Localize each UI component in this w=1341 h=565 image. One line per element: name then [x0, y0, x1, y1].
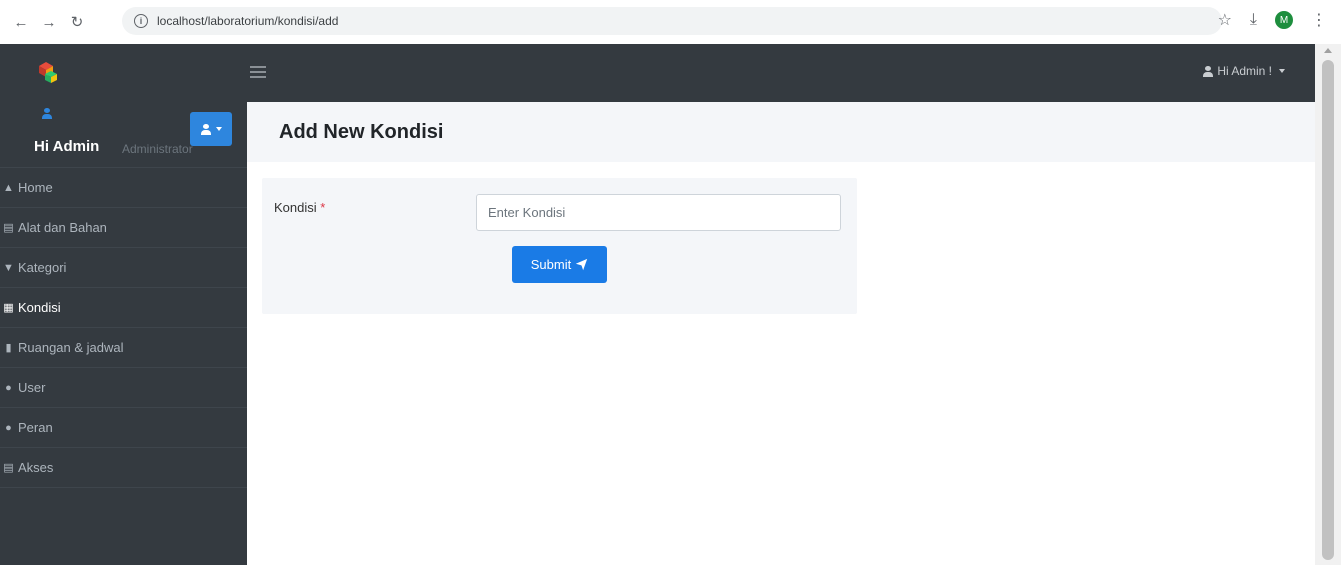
kondisi-label: Kondisi * — [274, 200, 325, 215]
sidebar-item-kategori[interactable]: ▼ Kategori — [0, 248, 247, 288]
kondisi-label-text: Kondisi — [274, 200, 317, 215]
main-content: Add New Kondisi Kondisi * Submit — [247, 102, 1315, 565]
forward-icon[interactable]: → — [38, 11, 60, 33]
database-icon: ▤ — [3, 222, 14, 234]
sidebar-item-label: Peran — [18, 420, 53, 435]
sidebar-item-label: Home — [18, 180, 53, 195]
download-icon[interactable]: ⤓ — [1250, 11, 1257, 29]
hamburger-menu-icon[interactable] — [250, 66, 266, 78]
kebab-menu-icon[interactable]: ⋮ — [1311, 10, 1327, 30]
sidebar-item-home[interactable]: ▲ Home — [0, 168, 247, 208]
paper-plane-icon — [576, 258, 588, 271]
sidebar-item-label: Alat dan Bahan — [18, 220, 107, 235]
caret-down-icon — [215, 127, 222, 131]
star-icon[interactable]: ☆ — [1218, 10, 1232, 30]
submit-button[interactable]: Submit — [512, 246, 607, 283]
user-menu-label: Hi Admin ! — [1217, 64, 1272, 78]
home-icon: ▲ — [3, 181, 14, 194]
sidebar-item-kondisi[interactable]: ▦ Kondisi — [0, 288, 247, 328]
submit-label: Submit — [530, 257, 572, 272]
scroll-thumb[interactable] — [1322, 60, 1334, 560]
sidebar-item-label: Akses — [18, 460, 54, 475]
user-dropdown[interactable]: Hi Admin ! — [1203, 64, 1285, 78]
profile-dropdown-button[interactable] — [190, 112, 232, 146]
app-logo-icon — [39, 62, 57, 83]
kondisi-input[interactable] — [476, 194, 841, 231]
address-bar[interactable]: i localhost/laboratorium/kondisi/add — [122, 7, 1222, 35]
sidebar-menu: ▲ Home ▤ Alat dan Bahan ▼ Kategori ▦ Kon… — [0, 168, 247, 488]
sidebar-item-alat-dan-bahan[interactable]: ▤ Alat dan Bahan — [0, 208, 247, 248]
kondisi-form: Kondisi * Submit — [262, 178, 857, 314]
sidebar-item-user[interactable]: ● User — [0, 368, 247, 408]
profile-role: Administrator — [122, 142, 193, 156]
required-marker: * — [320, 200, 326, 215]
profile-name: Hi Admin — [34, 138, 100, 155]
users-icon: ● — [5, 421, 12, 434]
sidebar-profile: Hi Admin Administrator — [0, 102, 247, 168]
user-icon — [1203, 65, 1214, 77]
back-icon[interactable]: ← — [10, 11, 32, 33]
file-icon: ▮ — [5, 342, 12, 354]
page-header: Add New Kondisi — [247, 102, 1315, 162]
page-title: Add New Kondisi — [279, 120, 444, 143]
app-topbar: Hi Admin ! — [0, 44, 1315, 102]
database-icon: ▤ — [3, 462, 14, 474]
sidebar-item-label: Kategori — [18, 260, 67, 275]
calculator-icon: ▦ — [3, 302, 14, 314]
user-icon — [200, 123, 211, 135]
reload-icon[interactable]: ↻ — [66, 11, 88, 33]
sidebar-item-label: Kondisi — [18, 300, 61, 315]
sidebar-item-akses[interactable]: ▤ Akses — [0, 448, 247, 488]
sidebar-item-ruangan-jadwal[interactable]: ▮ Ruangan & jadwal — [0, 328, 247, 368]
sidebar-item-label: User — [18, 380, 46, 395]
page-scrollbar[interactable] — [1315, 44, 1341, 565]
info-icon[interactable]: i — [134, 14, 148, 28]
profile-avatar-icon[interactable]: M — [1275, 11, 1293, 29]
user-icon: ● — [5, 381, 12, 394]
filter-icon: ▼ — [3, 261, 14, 274]
scroll-up-icon[interactable] — [1324, 48, 1332, 53]
sidebar-item-label: Ruangan & jadwal — [18, 340, 124, 355]
url-text: localhost/laboratorium/kondisi/add — [157, 14, 339, 28]
browser-actions: ☆ ⤓ M ⋮ — [1218, 10, 1327, 30]
caret-down-icon — [1279, 69, 1285, 73]
browser-toolbar: ← → ↻ i localhost/laboratorium/kondisi/a… — [0, 0, 1341, 44]
sidebar: Hi Admin Administrator ▲ Home ▤ Alat dan… — [0, 102, 247, 565]
sidebar-item-peran[interactable]: ● Peran — [0, 408, 247, 448]
